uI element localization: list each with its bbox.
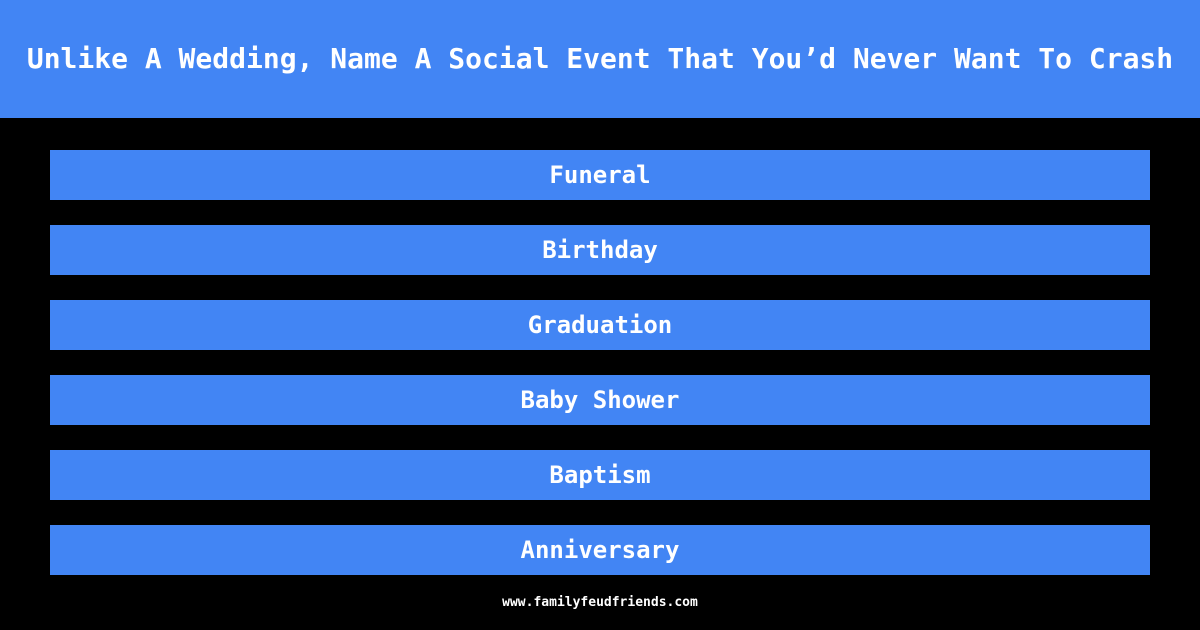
- question-header: Unlike A Wedding, Name A Social Event Th…: [0, 0, 1200, 118]
- answer-row-5[interactable]: Baptism: [50, 450, 1150, 500]
- page-title: Unlike A Wedding, Name A Social Event Th…: [26, 41, 1174, 75]
- answer-label: Anniversary: [520, 536, 680, 564]
- family-feud-answer-card: Unlike A Wedding, Name A Social Event Th…: [0, 0, 1200, 630]
- answer-label: Funeral: [549, 161, 651, 189]
- answer-row-3[interactable]: Graduation: [50, 300, 1150, 350]
- answer-label: Graduation: [527, 311, 673, 339]
- answer-row-1[interactable]: Funeral: [50, 150, 1150, 200]
- answer-list: Funeral Birthday Graduation Baby Shower …: [0, 118, 1200, 575]
- answer-row-4[interactable]: Baby Shower: [50, 375, 1150, 425]
- site-url[interactable]: www.familyfeudfriends.com: [502, 596, 698, 609]
- footer: www.familyfeudfriends.com: [0, 575, 1200, 630]
- answer-row-6[interactable]: Anniversary: [50, 525, 1150, 575]
- answer-label: Baptism: [549, 461, 651, 489]
- answer-row-2[interactable]: Birthday: [50, 225, 1150, 275]
- answer-label: Baby Shower: [520, 386, 680, 414]
- answer-label: Birthday: [542, 236, 658, 264]
